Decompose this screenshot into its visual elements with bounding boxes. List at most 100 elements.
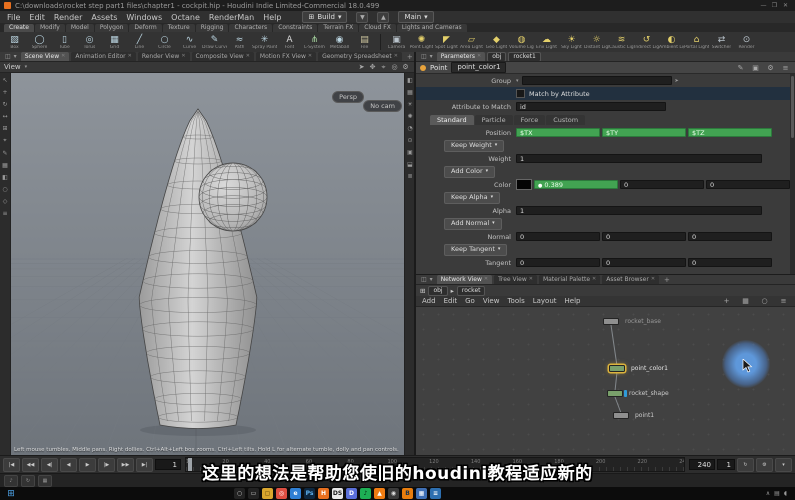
shelf-tab-deform[interactable]: Deform — [129, 24, 162, 32]
close-tab-icon[interactable]: ✕ — [477, 52, 481, 61]
circle-tool-icon[interactable]: ○ — [2, 186, 7, 193]
shelf-tool-area-light-tool[interactable]: ▱ Area Light — [459, 35, 484, 50]
shelf-tool-grid-tool[interactable]: ▦ Grid — [102, 35, 127, 50]
taskbar-calculator-icon[interactable]: ▦ — [416, 488, 427, 499]
no-cam-button[interactable]: No cam — [363, 100, 402, 112]
weight-field[interactable]: 1 — [516, 154, 762, 163]
network-node-rocket-shape[interactable]: rocket_shape — [607, 390, 669, 397]
menu-assets[interactable]: Assets — [91, 13, 117, 22]
shelf-tool-box-tool[interactable]: ▧ Box — [2, 35, 27, 50]
add-color-menu[interactable]: Add Color ▾ — [444, 165, 496, 178]
diamond-tool-icon[interactable]: ◇ — [3, 198, 8, 205]
add-node-icon[interactable]: + — [721, 297, 732, 305]
jump-to-end-button[interactable]: ▶| — [136, 457, 153, 472]
shelf-tool-lsystem-tool[interactable]: ⋔ L-System — [302, 35, 327, 50]
tab-tree-view[interactable]: Tree View ✕ — [494, 275, 537, 284]
position-x-field[interactable]: $TX — [516, 128, 600, 137]
tangent-x-field[interactable]: 0 — [516, 258, 600, 267]
display-options-icon[interactable]: ≣ — [407, 173, 412, 180]
folder-tab-force[interactable]: Force — [513, 114, 546, 125]
position-y-field[interactable]: $TY — [602, 128, 686, 137]
shade-toggle-icon[interactable]: ◧ — [2, 174, 8, 181]
network-node-rocket-base[interactable]: rocket_base — [603, 318, 661, 325]
current-frame-field[interactable]: 1 — [155, 459, 181, 470]
match-checkbox[interactable] — [516, 89, 525, 98]
start-button[interactable]: ⊞ — [4, 489, 18, 499]
open-icon[interactable]: ▲ — [377, 11, 390, 23]
pane-menu-icon[interactable]: ▾ — [430, 276, 433, 283]
net-menu-add[interactable]: Add — [422, 297, 436, 305]
parm-row-match-by-attribute[interactable]: Match by Attribute — [416, 87, 790, 100]
normal-z-field[interactable]: 0 — [688, 232, 772, 241]
taskbar-spotify-icon[interactable]: ♪ — [360, 488, 371, 499]
shelf-tool-caustic-light-tool[interactable]: ≋Caustic Light — [609, 35, 634, 50]
shelf-tool-switcher-tool[interactable]: ⇄ Switcher — [709, 35, 734, 50]
node-body[interactable] — [603, 318, 619, 325]
path-chip-obj[interactable]: obj — [487, 52, 507, 61]
tool-menu-icon[interactable]: ≡ — [2, 210, 7, 217]
shelf-tab-texture[interactable]: Texture — [162, 24, 195, 32]
jump-to-start-button[interactable]: |◀ — [3, 457, 20, 472]
folder-tab-particle[interactable]: Particle — [474, 114, 513, 125]
position-z-field[interactable]: $TZ — [688, 128, 772, 137]
playbar-menu-icon[interactable]: ▾ — [775, 457, 792, 472]
play-button[interactable]: ▶ — [79, 457, 96, 472]
select-icon[interactable]: ➤ — [356, 63, 367, 72]
previous-frame-button[interactable]: ◀| — [41, 457, 58, 472]
shelf-tool-tube-tool[interactable]: ▯ Tube — [52, 35, 77, 50]
shelf-tool-sky-light-tool[interactable]: ☀ Sky Light — [559, 35, 584, 50]
tab-asset-browser[interactable]: Asset Browser ✕ — [602, 275, 660, 284]
net-menu-tools[interactable]: Tools — [507, 297, 524, 305]
shelf-tool-circle-tool[interactable]: ○ Circle — [152, 35, 177, 50]
layout-selector[interactable]: Main ▾ — [398, 11, 434, 23]
tab-material-palette[interactable]: Material Palette ✕ — [538, 275, 601, 284]
menu-edit[interactable]: Edit — [29, 13, 45, 22]
taskbar-blender-icon[interactable]: B — [402, 488, 413, 499]
tab-geometry-spreadsheet[interactable]: Geometry Spreadsheet ✕ — [318, 52, 402, 61]
node-body[interactable] — [607, 390, 623, 397]
shelf-tool-render-tool[interactable]: ⊙ Render — [734, 35, 759, 50]
shelf-tool-spray-paint-tool[interactable]: ✳ Spray Paint — [252, 35, 277, 50]
color-r-field[interactable]: ● 0.389 — [534, 180, 618, 189]
view-options-icon[interactable]: ◎ — [389, 63, 400, 72]
save-icon[interactable]: ▼ — [356, 11, 369, 23]
new-tab-button[interactable]: + — [661, 276, 673, 284]
parameter-scrollbar[interactable] — [790, 74, 795, 274]
snap-icon[interactable]: ⌖ — [378, 63, 389, 72]
taskbar-discord-icon[interactable]: D — [346, 488, 357, 499]
shelf-tab-polygon[interactable]: Polygon — [94, 24, 129, 32]
display-settings-icon[interactable]: ⚙ — [400, 63, 411, 72]
node-body[interactable] — [613, 412, 629, 419]
network-status-icon[interactable]: ▤ — [774, 490, 780, 497]
tab-scene-view[interactable]: Scene View ✕ — [20, 52, 70, 61]
keep-tangent-menu[interactable]: Keep Tangent ▾ — [444, 243, 508, 256]
network-node-point1[interactable]: point1 — [613, 412, 654, 419]
draw-tool-icon[interactable]: ✎ — [2, 150, 7, 157]
volume-icon[interactable]: ◖ — [784, 490, 787, 497]
taskbar-chrome-icon[interactable]: ◎ — [276, 488, 287, 499]
wireframe-icon[interactable]: ▦ — [407, 89, 413, 96]
net-menu-icon[interactable]: ≡ — [778, 297, 789, 305]
display-flag[interactable] — [624, 390, 627, 397]
add-normal-menu[interactable]: Add Normal ▾ — [444, 217, 502, 230]
shelf-tool-geometry-light-tool[interactable]: ◆ Geo Light — [484, 35, 509, 50]
tangent-y-field[interactable]: 0 — [602, 258, 686, 267]
parm-menu-icon[interactable]: ≡ — [780, 64, 791, 72]
shading-mode-icon[interactable]: ◧ — [407, 77, 413, 84]
color-b-field[interactable]: 0 — [706, 180, 790, 189]
audio-icon[interactable]: ♪ — [4, 474, 18, 487]
network-home-icon[interactable]: ⊞ — [420, 287, 425, 295]
folder-tab-standard[interactable]: Standard — [430, 114, 474, 125]
camera-lock-icon[interactable]: ▣ — [407, 149, 413, 156]
network-canvas[interactable]: rocket_base point_color1 rocket_shapepoint… — [416, 307, 795, 455]
close-tab-icon[interactable]: ✕ — [61, 52, 65, 61]
color-swatch[interactable] — [516, 179, 532, 190]
translate-tool-icon[interactable]: + — [2, 89, 7, 96]
normals-icon[interactable]: ◔ — [407, 125, 412, 132]
network-node-point-color1[interactable]: point_color1 — [609, 365, 668, 372]
group-field[interactable] — [521, 76, 672, 85]
group-reselect-icon[interactable]: ➤ — [675, 78, 679, 84]
close-tab-icon[interactable]: ✕ — [246, 52, 250, 61]
shelf-tool-indirect-light-tool[interactable]: ↺Indirect Light — [634, 35, 659, 50]
tab-motion-fx-view[interactable]: Motion FX View ✕ — [255, 52, 317, 61]
